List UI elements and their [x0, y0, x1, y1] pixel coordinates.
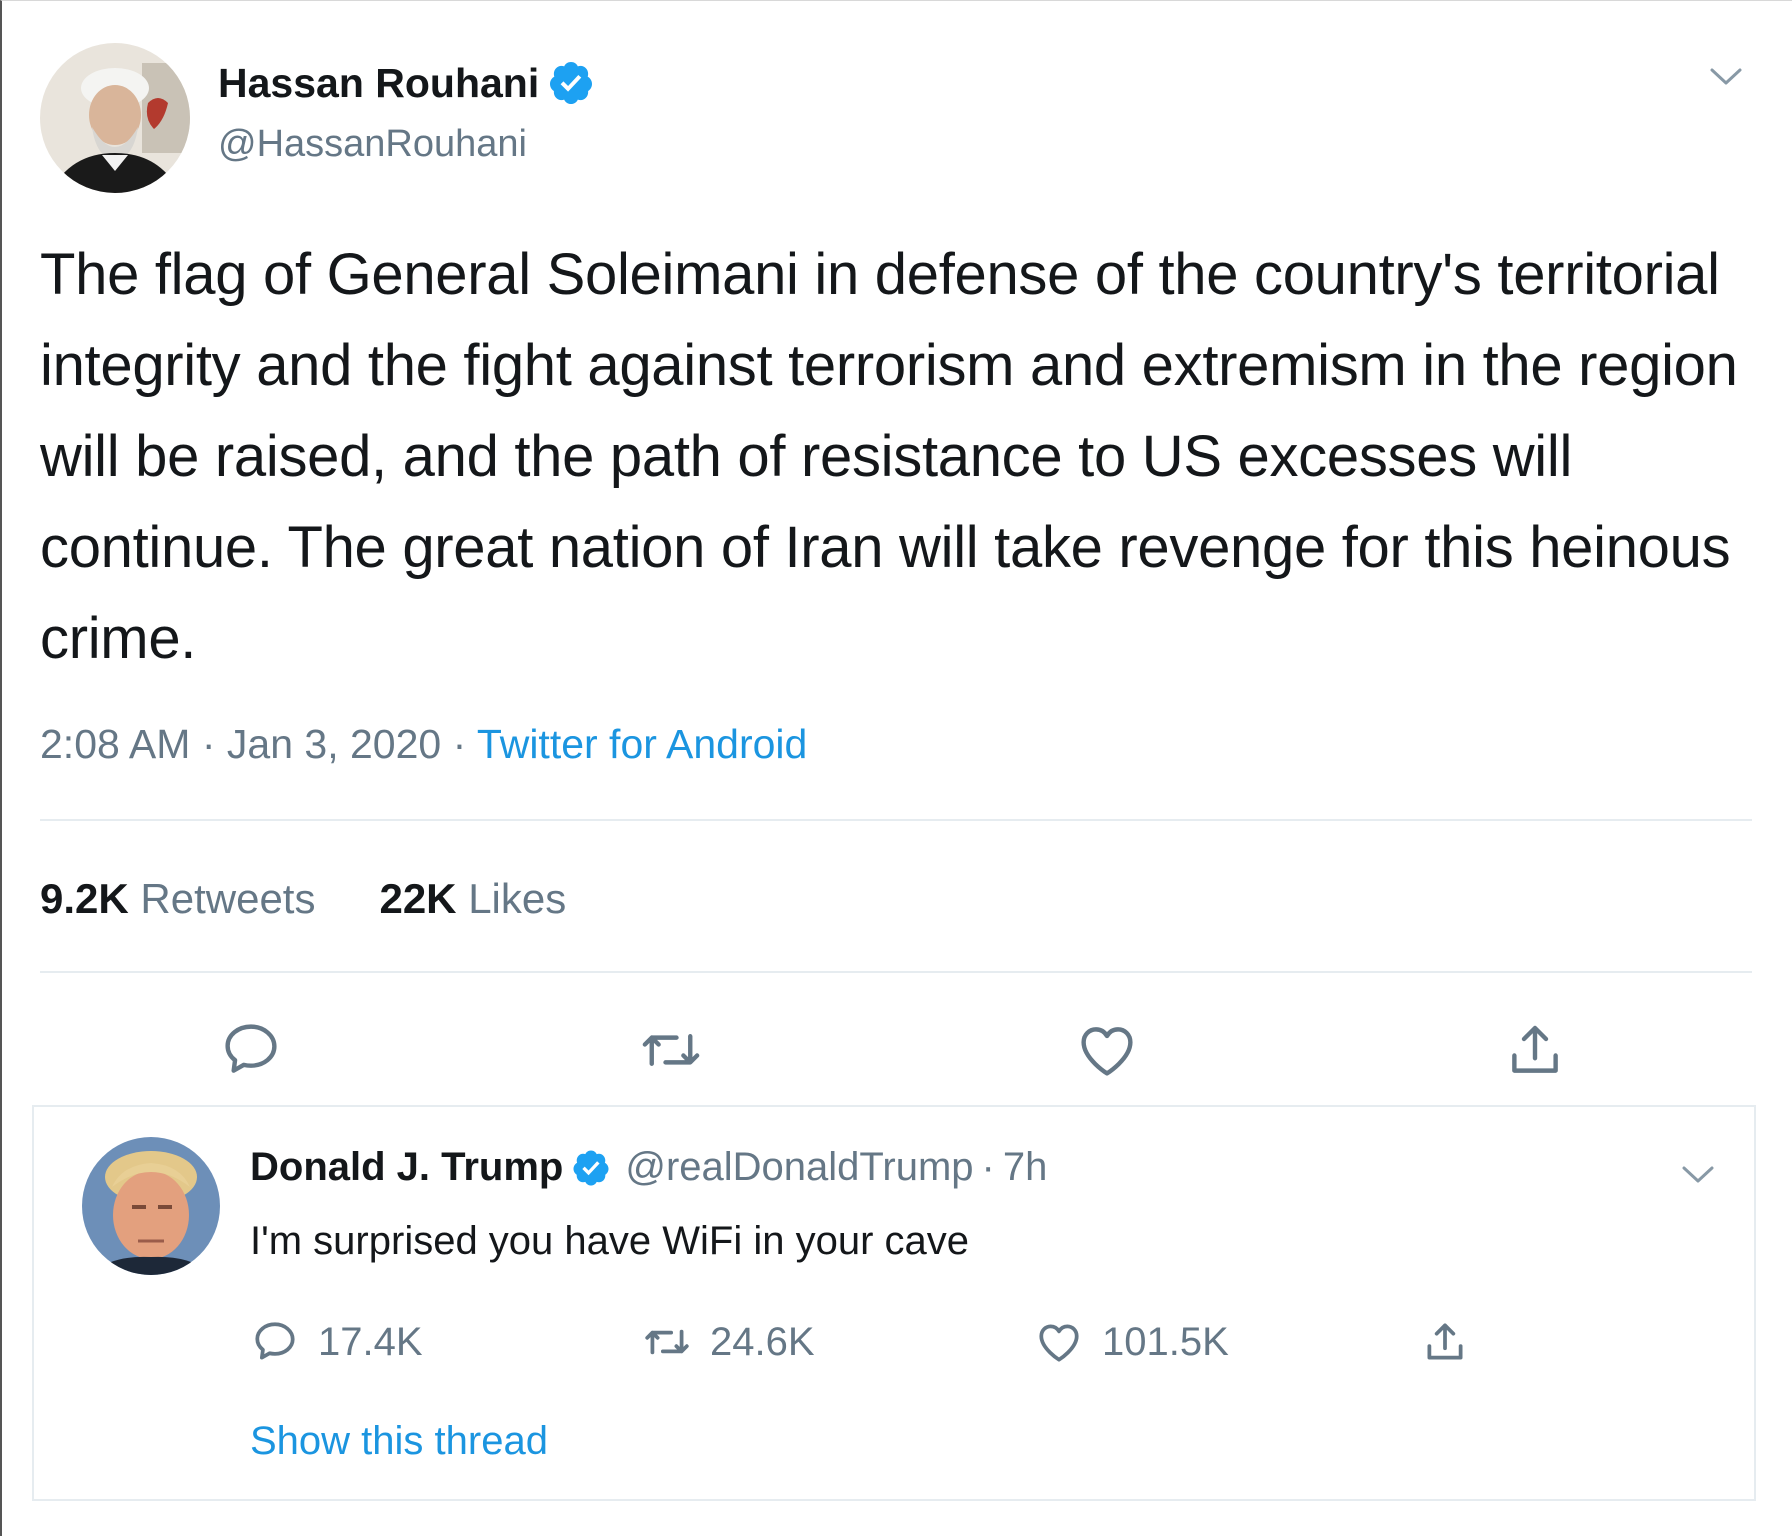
rouhani-avatar[interactable] — [40, 43, 190, 193]
verified-badge-icon — [547, 59, 595, 107]
reply-handle[interactable]: @realDonaldTrump — [625, 1145, 973, 1190]
retweet-icon[interactable] — [638, 1017, 704, 1083]
reply-age[interactable]: 7h — [1003, 1145, 1048, 1190]
retweet-icon — [642, 1317, 692, 1367]
share-icon — [1420, 1317, 1470, 1367]
reply-retweet-button[interactable]: 24.6K — [642, 1317, 815, 1367]
meta-separator: · — [201, 721, 216, 767]
reply-header: Donald J. Trump @realDonaldTrump · 7h — [250, 1145, 1047, 1190]
reply-author-name[interactable]: Donald J. Trump — [250, 1145, 563, 1190]
tweet-date[interactable]: Jan 3, 2020 — [227, 721, 441, 767]
verified-badge-icon — [571, 1148, 611, 1188]
tweet-text: The flag of General Soleimani in defense… — [40, 242, 1738, 671]
tweet-source-link[interactable]: Twitter for Android — [477, 721, 807, 767]
author-header: Hassan Rouhani — [218, 59, 595, 107]
reply-icon — [250, 1317, 300, 1367]
likes-count: 22K — [379, 875, 457, 922]
share-icon[interactable] — [1502, 1017, 1568, 1083]
retweets-stat[interactable]: 9.2K Retweets — [40, 875, 315, 923]
meta-separator: · — [981, 1145, 995, 1189]
likes-stat[interactable]: 22K Likes — [379, 875, 566, 923]
meta-separator: · — [452, 721, 467, 767]
author-name[interactable]: Hassan Rouhani — [218, 60, 539, 107]
like-icon — [1034, 1317, 1084, 1367]
divider — [40, 971, 1752, 973]
tweet-stats: 9.2K Retweets 22K Likes — [40, 875, 566, 923]
retweets-label: Retweets — [140, 875, 316, 922]
reply-retweets-count: 24.6K — [710, 1319, 815, 1364]
retweets-count: 9.2K — [40, 875, 129, 922]
reply-text: I'm surprised you have WiFi in your cave — [250, 1219, 970, 1263]
tweet-meta: 2:08 AM · Jan 3, 2020 · Twitter for Andr… — [40, 721, 807, 768]
reply-share-button[interactable] — [1420, 1317, 1470, 1367]
divider — [40, 819, 1752, 821]
chevron-down-icon[interactable] — [1680, 1163, 1716, 1187]
reply-like-button[interactable]: 101.5K — [1034, 1317, 1229, 1367]
trump-avatar[interactable] — [82, 1137, 220, 1275]
likes-label: Likes — [468, 875, 567, 922]
reply-tweet-card[interactable]: Donald J. Trump @realDonaldTrump · 7h I'… — [32, 1105, 1756, 1501]
author-handle[interactable]: @HassanRouhani — [218, 123, 527, 166]
tweet-page: Hassan Rouhani @HassanRouhani The flag o… — [0, 0, 1792, 1536]
reply-likes-count: 101.5K — [1102, 1319, 1229, 1364]
like-icon[interactable] — [1074, 1017, 1140, 1083]
show-thread-link[interactable]: Show this thread — [250, 1419, 548, 1464]
tweet-time[interactable]: 2:08 AM — [40, 721, 190, 767]
reply-replies-count: 17.4K — [318, 1319, 423, 1364]
reply-icon[interactable] — [218, 1017, 284, 1083]
reply-reply-button[interactable]: 17.4K — [250, 1317, 423, 1367]
chevron-down-icon[interactable] — [1708, 65, 1744, 89]
